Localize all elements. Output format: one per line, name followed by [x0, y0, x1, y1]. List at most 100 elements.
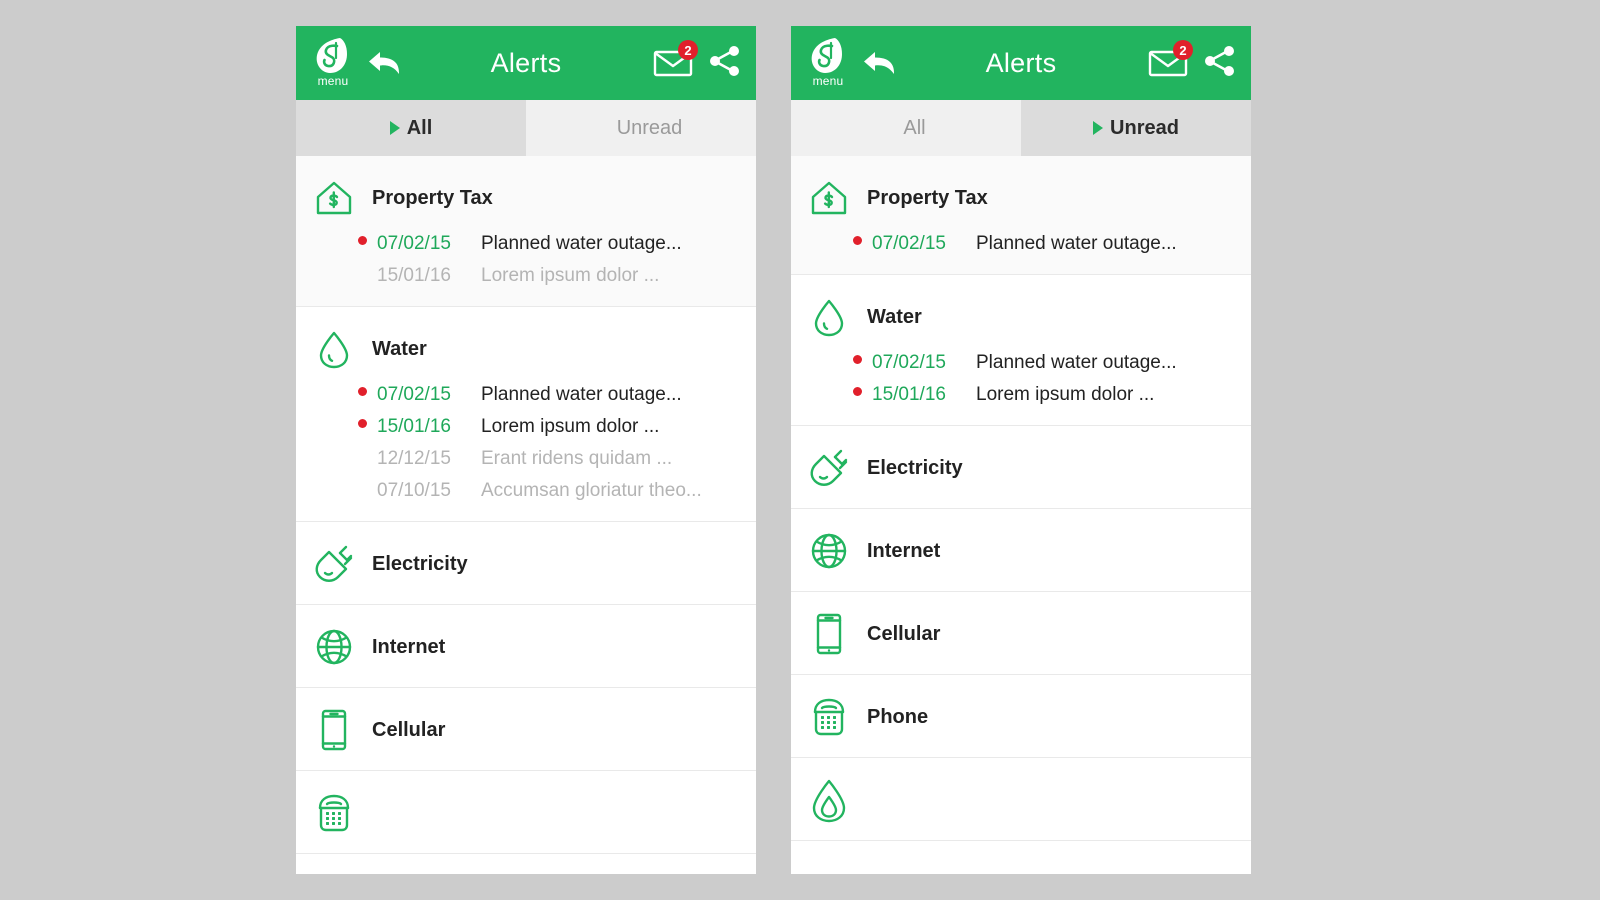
power-plug-icon — [310, 540, 358, 588]
tab-unread[interactable]: Unread — [1021, 100, 1251, 156]
section-header[interactable]: Water — [791, 291, 1251, 343]
alert-date: 12/12/15 — [377, 448, 451, 469]
unread-dot-icon — [358, 451, 367, 460]
section-title: Cellular — [372, 718, 446, 741]
alert-date: 07/10/15 — [377, 480, 451, 501]
alert-text: Planned water outage... — [481, 233, 682, 254]
alert-item[interactable]: 15/01/16 Lorem ipsum dolor ... — [296, 411, 756, 443]
alert-item[interactable]: 12/12/15 Erant ridens quidam ... — [296, 443, 756, 475]
alert-item[interactable]: 07/02/15 Planned water outage... — [791, 347, 1251, 379]
alert-item[interactable]: 15/01/16 Lorem ipsum dolor ... — [791, 379, 1251, 411]
app-header: menu Alerts 2 — [791, 26, 1251, 100]
menu-button[interactable]: menu — [805, 36, 851, 94]
alert-section[interactable]: Electricity — [296, 522, 756, 605]
header-actions: 2 — [1147, 40, 1237, 83]
tab-label: All — [406, 116, 433, 139]
smartphone-icon — [805, 610, 853, 658]
alert-item[interactable]: 07/02/15 Planned water outage... — [296, 379, 756, 411]
alert-item[interactable]: 07/10/15 Accumsan gloriatur theo... — [296, 475, 756, 507]
tab-label: All — [903, 116, 926, 139]
filter-tabs: All Unread — [791, 100, 1251, 156]
alert-section[interactable]: Internet — [296, 605, 756, 688]
section-header[interactable] — [791, 774, 1251, 826]
section-header[interactable]: Internet — [791, 525, 1251, 577]
envelope-icon[interactable]: 2 — [1147, 40, 1193, 80]
share-icon[interactable] — [1203, 44, 1237, 83]
alert-text: Lorem ipsum dolor ... — [976, 384, 1155, 405]
unread-dot-icon — [358, 236, 367, 245]
alert-section[interactable]: Cellular — [296, 688, 756, 771]
unread-dot-icon — [358, 419, 367, 428]
section-header[interactable]: Electricity — [791, 442, 1251, 494]
alert-section[interactable]: Property Tax 07/02/15 Planned water outage… — [791, 156, 1251, 275]
alert-text: Planned water outage... — [976, 352, 1177, 373]
section-title: Water — [372, 337, 427, 360]
alert-section[interactable]: Property Tax 07/02/15 Planned water outage… — [296, 156, 756, 307]
screenshot-stage: menu Alerts 2 All Unread Property Tax 07/02/15… — [0, 0, 1600, 900]
share-icon[interactable] — [708, 44, 742, 83]
alert-section[interactable]: Phone — [791, 675, 1251, 758]
alert-date: 07/02/15 — [872, 233, 946, 254]
alert-item[interactable]: 15/01/16 Lorem ipsum dolor ... — [296, 260, 756, 292]
alert-list: 07/02/15 Planned water outage... — [791, 228, 1251, 260]
section-title: Internet — [372, 635, 446, 658]
water-drop-icon — [310, 325, 358, 373]
leaf-logo-icon — [808, 36, 848, 78]
tab-label: Unread — [1110, 116, 1179, 139]
house-dollar-icon — [310, 174, 358, 222]
tab-unread[interactable]: Unread — [526, 100, 756, 156]
mail-badge: 2 — [1173, 40, 1193, 60]
tab-active-marker-icon — [1093, 121, 1104, 135]
section-header[interactable]: Cellular — [296, 704, 756, 756]
alert-item[interactable]: 07/02/15 Planned water outage... — [791, 228, 1251, 260]
section-header[interactable]: Water — [296, 323, 756, 375]
unread-dot-icon — [853, 236, 862, 245]
app-header: menu Alerts 2 — [296, 26, 756, 100]
section-title: Water — [867, 305, 922, 328]
power-plug-icon — [805, 444, 853, 492]
water-drop-icon — [805, 293, 853, 341]
filter-tabs: All Unread — [296, 100, 756, 156]
alert-section[interactable]: Water 07/02/15 Planned water outage... 15/0… — [296, 307, 756, 522]
tab-all[interactable]: All — [296, 100, 526, 156]
alert-sections-list[interactable]: Property Tax 07/02/15 Planned water outage… — [296, 156, 756, 874]
section-header[interactable]: Cellular — [791, 608, 1251, 660]
back-arrow-icon[interactable] — [366, 49, 406, 79]
globe-icon — [805, 527, 853, 575]
back-arrow-icon[interactable] — [861, 49, 901, 79]
unread-panel: menu Alerts 2 All Unread Property Tax 07/02/15… — [791, 26, 1251, 874]
alert-section[interactable] — [791, 758, 1251, 841]
section-header[interactable] — [296, 787, 756, 839]
alert-section[interactable]: Internet — [791, 509, 1251, 592]
envelope-icon[interactable]: 2 — [652, 40, 698, 80]
alert-text: Lorem ipsum dolor ... — [481, 265, 660, 286]
alert-text: Accumsan gloriatur theo... — [481, 480, 702, 501]
alert-section[interactable]: Electricity — [791, 426, 1251, 509]
leaf-logo-icon — [313, 36, 353, 78]
section-header[interactable]: Internet — [296, 621, 756, 673]
section-title: Electricity — [867, 456, 963, 479]
alert-date: 15/01/16 — [377, 416, 451, 437]
alert-list: 07/02/15 Planned water outage... 15/01/16 L… — [791, 347, 1251, 411]
section-header[interactable]: Electricity — [296, 538, 756, 590]
section-header[interactable]: Phone — [791, 691, 1251, 743]
alert-date: 15/01/16 — [872, 384, 946, 405]
menu-button[interactable]: menu — [310, 36, 356, 94]
alert-sections-list[interactable]: Property Tax 07/02/15 Planned water outage… — [791, 156, 1251, 874]
menu-label: menu — [812, 74, 844, 88]
section-title: Electricity — [372, 552, 468, 575]
tab-active-marker-icon — [389, 121, 400, 135]
tab-all[interactable]: All — [791, 100, 1021, 156]
house-dollar-icon — [805, 174, 853, 222]
section-header[interactable]: Property Tax — [791, 172, 1251, 224]
alert-section[interactable] — [296, 771, 756, 854]
alert-text: Lorem ipsum dolor ... — [481, 416, 660, 437]
unread-dot-icon — [853, 355, 862, 364]
alert-date: 15/01/16 — [377, 265, 451, 286]
alert-section[interactable]: Cellular — [791, 592, 1251, 675]
alert-section[interactable]: Water 07/02/15 Planned water outage... 15/0… — [791, 275, 1251, 426]
alert-item[interactable]: 07/02/15 Planned water outage... — [296, 228, 756, 260]
section-header[interactable]: Property Tax — [296, 172, 756, 224]
section-title: Property Tax — [867, 186, 988, 209]
alert-text: Planned water outage... — [481, 384, 682, 405]
